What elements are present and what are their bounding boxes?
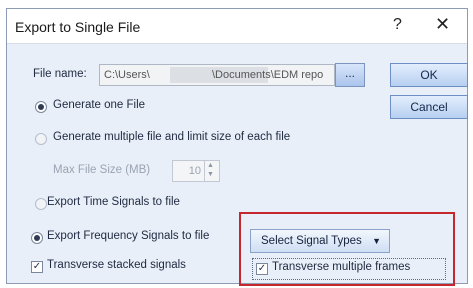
spin-down-icon[interactable]: ▼ — [207, 171, 214, 178]
export-time-label: Export Time Signals to file — [47, 196, 180, 208]
generate-one-radio[interactable] — [35, 101, 47, 113]
select-signal-types-label: Select Signal Types — [261, 235, 362, 247]
cancel-button[interactable]: Cancel — [390, 95, 468, 119]
export-time-radio[interactable] — [35, 198, 47, 210]
background-strip — [0, 0, 473, 8]
spin-up-icon[interactable]: ▲ — [207, 162, 214, 169]
max-file-size-label: Max File Size (MB) — [53, 164, 151, 176]
transverse-stacked-checkbox[interactable]: ✓ — [31, 261, 43, 273]
file-name-input[interactable]: C:\Users\ \Documents\EDM repo — [99, 64, 335, 86]
max-file-size-spinner[interactable]: 10 ▲ ▼ — [172, 160, 220, 182]
transverse-frames-label: Transverse multiple frames — [272, 261, 411, 273]
file-path-start: C:\Users\ — [104, 69, 150, 81]
title-bar: Export to Single File ? ✕ — [7, 9, 467, 44]
transverse-frames-checkbox[interactable]: ✓ — [256, 263, 268, 275]
select-signal-types-dropdown[interactable]: Select Signal Types ▼ — [250, 229, 390, 253]
file-name-label: File name: — [33, 68, 87, 80]
ok-button[interactable]: OK — [390, 63, 468, 87]
transverse-stacked-label: Transverse stacked signals — [47, 259, 186, 271]
export-freq-label: Export Frequency Signals to file — [47, 230, 210, 242]
export-dialog: Export to Single File ? ✕ File name: C:\… — [6, 8, 468, 286]
max-file-size-value: 10 — [188, 165, 201, 177]
browse-button[interactable]: ... — [335, 63, 365, 87]
generate-multiple-label: Generate multiple file and limit size of… — [53, 131, 291, 143]
generate-multiple-radio[interactable] — [35, 133, 47, 145]
dialog-title: Export to Single File — [15, 19, 141, 35]
export-freq-radio[interactable] — [31, 232, 43, 244]
help-button[interactable]: ? — [393, 16, 402, 34]
close-button[interactable]: ✕ — [435, 14, 450, 35]
file-path-end: \Documents\EDM repo — [212, 69, 324, 81]
dropdown-arrow-icon: ▼ — [372, 236, 381, 246]
spinner-arrows[interactable]: ▲ ▼ — [204, 161, 219, 181]
generate-one-label: Generate one File — [53, 99, 146, 111]
